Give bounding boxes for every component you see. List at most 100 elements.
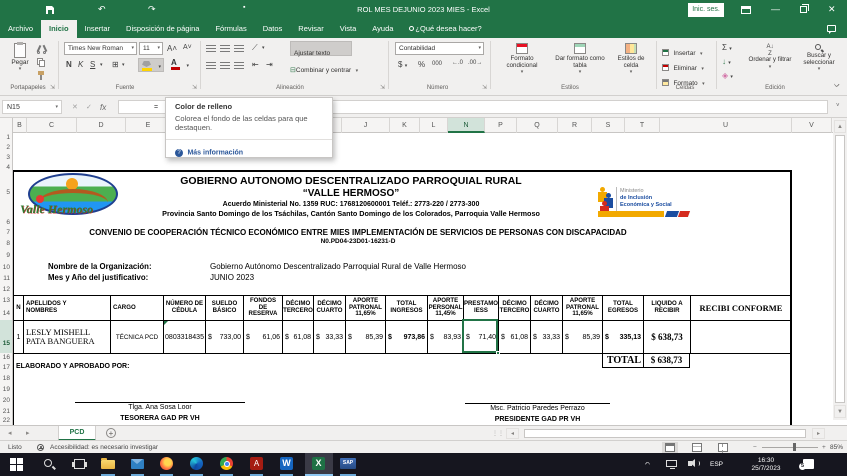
sheet-canvas[interactable]: 1 2 3 4 5 6 7 8 9 10 11 12 13 14 15 16 1… <box>0 133 833 425</box>
col-header[interactable]: K <box>390 118 420 133</box>
align-left-icon[interactable] <box>206 62 216 69</box>
row-header[interactable]: 13 <box>0 295 12 307</box>
zoom-in-icon[interactable]: + <box>822 444 826 451</box>
file-explorer-icon[interactable] <box>101 460 115 469</box>
row-header[interactable]: 9 <box>0 249 12 262</box>
col-header[interactable]: J <box>342 118 390 133</box>
view-page-layout-icon[interactable] <box>692 443 702 452</box>
hscroll-right-icon[interactable]: ▸ <box>812 428 825 439</box>
row-header[interactable]: 12 <box>0 284 12 295</box>
sheet-tab-pcd[interactable]: PCD <box>58 426 96 441</box>
zoom-level[interactable]: 85% <box>830 444 843 451</box>
tab-archivo[interactable]: Archivo <box>0 20 41 38</box>
underline-button[interactable]: S <box>90 60 95 69</box>
search-icon[interactable] <box>44 459 52 467</box>
network-icon[interactable] <box>666 460 677 467</box>
row-header[interactable]: 8 <box>0 238 12 249</box>
row-header[interactable]: 20 <box>0 395 12 406</box>
align-right-icon[interactable] <box>234 62 244 69</box>
scroll-down-icon[interactable]: ▼ <box>834 405 846 418</box>
col-header[interactable]: B <box>13 118 27 133</box>
decrease-indent-icon[interactable]: ⇤ <box>252 60 259 69</box>
copy-icon[interactable] <box>37 58 46 67</box>
insert-cells-button[interactable]: Insertar ▾ <box>662 42 702 54</box>
row-header[interactable]: 22 <box>0 417 12 425</box>
row-header[interactable]: 14 <box>0 307 12 320</box>
vertical-scroll-thumb[interactable] <box>835 135 845 403</box>
tellme-box[interactable]: ¿Qué desea hacer? <box>401 20 489 38</box>
row-header[interactable]: 5 <box>0 173 12 212</box>
scroll-up-icon[interactable]: ▲ <box>834 120 846 133</box>
zoom-slider-track[interactable] <box>762 447 818 448</box>
find-select-button[interactable]: Buscar y seleccionar▾ <box>796 44 842 73</box>
delete-cells-button[interactable]: Eliminar ▾ <box>662 57 704 69</box>
italic-button[interactable]: K <box>78 60 83 69</box>
zoom-slider-thumb[interactable] <box>793 443 796 451</box>
autosum-icon[interactable]: Σ ▾ <box>722 43 732 52</box>
row-header-selected[interactable]: 15 <box>0 320 12 353</box>
underline-caret-icon[interactable]: ▾ <box>100 62 103 68</box>
tooltip-link[interactable]: Más información <box>187 149 243 156</box>
fill-color-button[interactable]: ▾ <box>138 58 164 72</box>
paste-button[interactable]: Pegar ▾ <box>8 42 32 80</box>
name-box[interactable]: N15▾ <box>2 100 62 114</box>
row-header[interactable]: 2 <box>0 143 12 153</box>
fill-down-icon[interactable]: ↓ ▾ <box>722 57 731 66</box>
clipboard-launcher-icon[interactable]: ⇲ <box>50 84 55 91</box>
tab-datos[interactable]: Datos <box>255 20 291 38</box>
view-page-break-icon[interactable] <box>718 443 728 452</box>
cell-styles-button[interactable]: Estilos de celda▾ <box>610 43 652 76</box>
orientation-caret-icon[interactable]: ▾ <box>262 45 265 51</box>
comment-icon[interactable] <box>827 25 836 32</box>
increase-indent-icon[interactable]: ⇥ <box>266 60 273 69</box>
notification-icon[interactable]: 5 <box>803 459 814 469</box>
close-icon[interactable]: ✕ <box>828 4 836 15</box>
row-header[interactable]: 21 <box>0 406 12 417</box>
tray-expand-icon[interactable]: ᨈ <box>645 460 651 468</box>
select-all-corner[interactable] <box>0 118 13 133</box>
col-header[interactable]: S <box>592 118 625 133</box>
col-header-selected[interactable]: N <box>448 118 485 133</box>
align-top-icon[interactable] <box>206 45 216 52</box>
increase-decimal-icon[interactable]: ←.0 <box>452 60 463 66</box>
hscroll-left-icon[interactable]: ◂ <box>506 428 519 439</box>
row-header[interactable]: 4 <box>0 163 12 173</box>
row-header[interactable]: 3 <box>0 153 12 163</box>
align-launcher-icon[interactable]: ⇲ <box>380 84 385 91</box>
row-header[interactable]: 1 <box>0 133 12 143</box>
align-bottom-icon[interactable] <box>234 45 244 52</box>
tab-splitter[interactable]: ⋮⋮ <box>492 430 504 437</box>
col-header[interactable]: D <box>77 118 126 133</box>
number-format-combo[interactable]: Contabilidad▾ <box>395 42 484 55</box>
borders-caret-icon[interactable]: ▾ <box>122 62 125 68</box>
horizontal-scroll-thumb[interactable] <box>524 429 806 438</box>
word-icon[interactable]: W <box>280 457 293 470</box>
bold-button[interactable]: N <box>66 60 72 69</box>
tab-ayuda[interactable]: Ayuda <box>364 20 401 38</box>
tooltip-link-row[interactable]: ? Más información <box>175 144 243 162</box>
col-header[interactable]: V <box>792 118 832 133</box>
format-table-button[interactable]: Dar formato como tabla▾ <box>552 43 608 76</box>
tab-revisar[interactable]: Revisar <box>290 20 331 38</box>
col-header[interactable]: P <box>485 118 517 133</box>
borders-icon[interactable]: ⊞ <box>112 60 119 69</box>
col-header[interactable]: L <box>420 118 448 133</box>
font-launcher-icon[interactable]: ⇲ <box>192 84 197 91</box>
tray-clock[interactable]: 16:30 25/7/2023 <box>740 457 792 473</box>
col-header[interactable]: C <box>27 118 77 133</box>
row-header[interactable]: 6 <box>0 212 12 227</box>
sap-icon[interactable]: SAP <box>340 458 356 469</box>
sheet-prev-icon[interactable]: ◂ <box>8 429 12 437</box>
tab-vista[interactable]: Vista <box>332 20 365 38</box>
zoom-out-icon[interactable]: − <box>753 444 757 451</box>
adobe-icon[interactable]: A <box>250 457 263 470</box>
row-header[interactable]: 7 <box>0 227 12 238</box>
increase-font-icon[interactable]: A˄ <box>167 44 177 53</box>
orientation-icon[interactable]: ⟋ <box>252 43 258 53</box>
start-button-icon[interactable] <box>10 458 23 471</box>
format-painter-icon[interactable] <box>37 71 46 80</box>
tray-language[interactable]: ESP <box>710 461 723 468</box>
col-header[interactable]: U <box>660 118 792 133</box>
tab-insertar[interactable]: Insertar <box>77 20 118 38</box>
firefox-icon[interactable] <box>160 457 173 470</box>
